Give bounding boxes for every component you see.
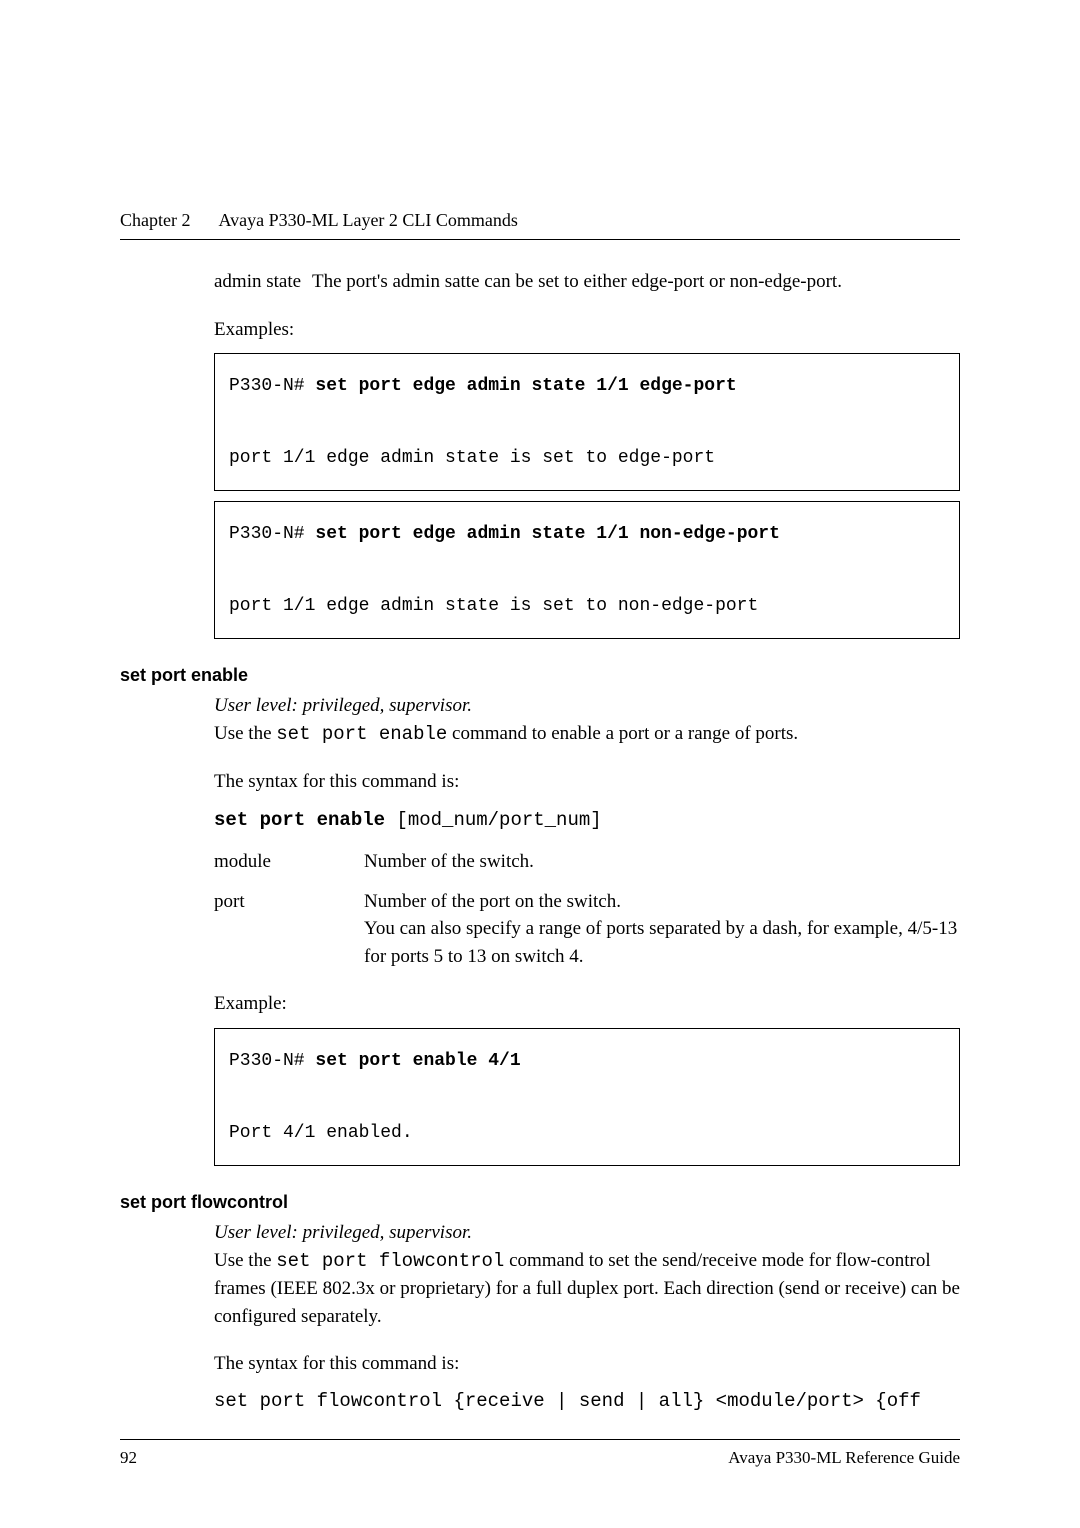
output: port 1/1 edge admin state is set to non-…	[229, 596, 758, 616]
cmd: set port edge admin state 1/1 non-edge-p…	[315, 524, 779, 544]
syntax-label: The syntax for this command is:	[214, 1350, 960, 1378]
syntax-args: [mod_num/port_num]	[385, 809, 602, 831]
page-footer: 92 Avaya P330-ML Reference Guide	[120, 1439, 960, 1468]
syntax-line: set port flowcontrol {receive | send | a…	[214, 1388, 960, 1416]
admin-state-param: admin state The port's admin satte can b…	[214, 268, 960, 296]
cmd: set port enable 4/1	[315, 1051, 520, 1071]
examples-label: Examples:	[214, 316, 960, 344]
params-block: module Number of the switch. port Number…	[214, 848, 960, 970]
param-label: port	[214, 888, 364, 971]
page-content: admin state The port's admin satte can b…	[120, 268, 960, 639]
param-desc: Number of the port on the switch. You ca…	[364, 888, 960, 971]
page-number: 92	[120, 1448, 137, 1468]
prompt: P330-N#	[229, 524, 315, 544]
output: port 1/1 edge admin state is set to edge…	[229, 448, 715, 468]
chapter-number: Chapter 2	[120, 210, 190, 230]
section-heading-flowcontrol: set port flowcontrol	[120, 1192, 960, 1213]
example-box-2: P330-N# set port edge admin state 1/1 no…	[214, 501, 960, 639]
user-level: User level: privileged, supervisor.	[214, 692, 960, 720]
desc-code: set port flowcontrol	[276, 1250, 504, 1272]
param-label: module	[214, 848, 364, 876]
user-level: User level: privileged, supervisor.	[214, 1219, 960, 1247]
desc: Use the set port flowcontrol command to …	[214, 1247, 960, 1331]
output: Port 4/1 enabled.	[229, 1123, 413, 1143]
section-flowcontrol-content: User level: privileged, supervisor. Use …	[120, 1219, 960, 1415]
chapter-header: Chapter 2 Avaya P330-ML Layer 2 CLI Comm…	[120, 210, 960, 240]
example-box-enable: P330-N# set port enable 4/1 Port 4/1 ena…	[214, 1028, 960, 1166]
desc-pre: Use the	[214, 1250, 276, 1271]
desc: Use the set port enable command to enabl…	[214, 720, 960, 749]
syntax-line: set port enable [mod_num/port_num]	[214, 806, 960, 835]
param-module: module Number of the switch.	[214, 848, 960, 876]
prompt: P330-N#	[229, 1051, 315, 1071]
example-box-1: P330-N# set port edge admin state 1/1 ed…	[214, 353, 960, 491]
param-label: admin state	[214, 268, 312, 296]
param-desc: Number of the switch.	[364, 848, 960, 876]
param-desc: The port's admin satte can be set to eit…	[312, 268, 960, 296]
section-heading-enable: set port enable	[120, 665, 960, 686]
desc-post: command to enable a port or a range of p…	[447, 723, 798, 744]
example-label: Example:	[214, 990, 960, 1018]
syntax-label: The syntax for this command is:	[214, 768, 960, 796]
chapter-title: Avaya P330-ML Layer 2 CLI Commands	[218, 210, 517, 230]
desc-pre: Use the	[214, 723, 276, 744]
section-enable-content: User level: privileged, supervisor. Use …	[120, 692, 960, 1166]
doc-title: Avaya P330-ML Reference Guide	[728, 1448, 960, 1468]
desc-code: set port enable	[276, 723, 447, 745]
param-port: port Number of the port on the switch. Y…	[214, 888, 960, 971]
syntax-cmd: set port enable	[214, 809, 385, 831]
prompt: P330-N#	[229, 376, 315, 396]
cmd: set port edge admin state 1/1 edge-port	[315, 376, 736, 396]
